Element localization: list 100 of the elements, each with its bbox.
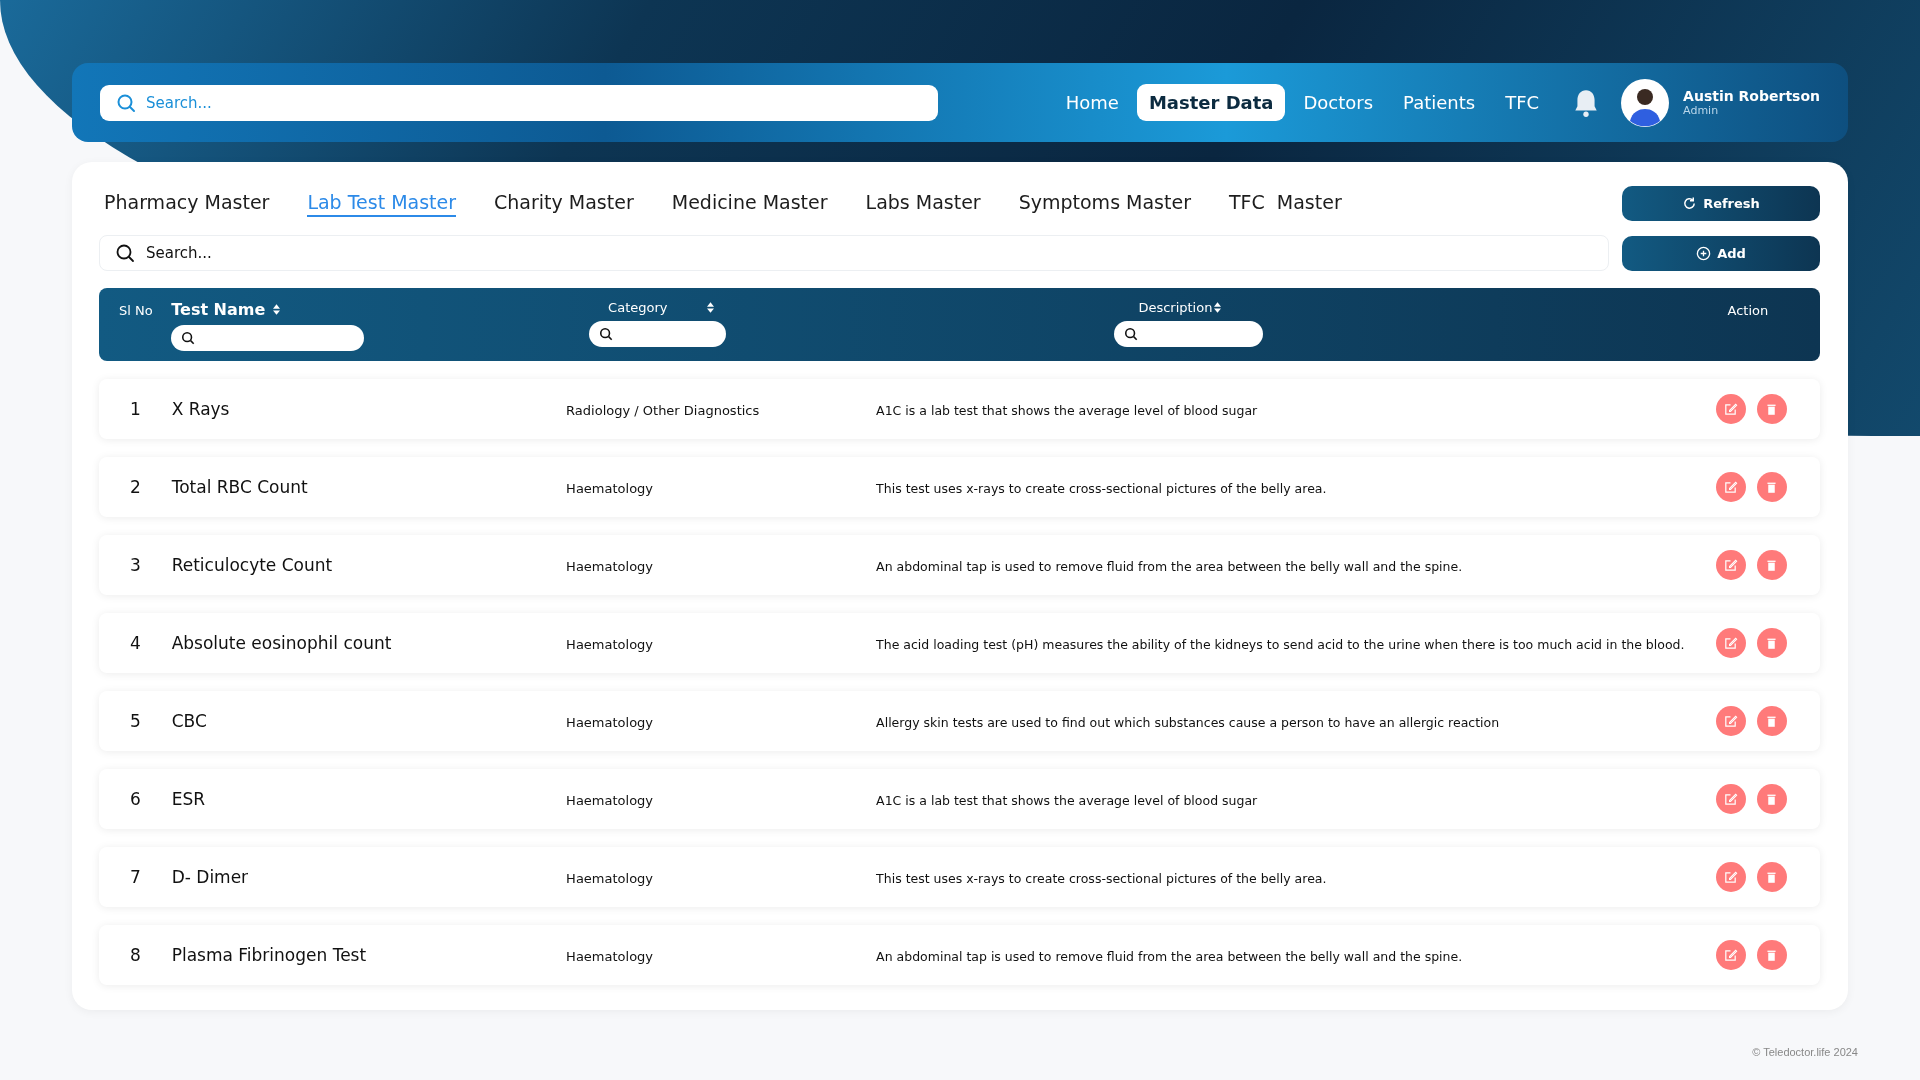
trash-icon (1765, 480, 1779, 494)
table-cell-text: 8 (129, 945, 141, 965)
edit-button[interactable] (1715, 784, 1746, 814)
table-row[interactable]: 5 CBC Haematology Allergy skin tests are used to find out which substances cause a person to have an allergic reaction (99, 691, 1820, 751)
edit-icon (1723, 479, 1739, 495)
trash-icon (1765, 792, 1779, 806)
tab[interactable]: Lab Test Master (307, 190, 457, 217)
table-cell: This test uses x-rays to create cross-sectional pictures of the belly area. (876, 870, 1327, 886)
edit-icon (1723, 791, 1739, 807)
delete-button[interactable] (1756, 472, 1787, 502)
table-cell-text: 5 (129, 711, 141, 731)
table-row[interactable]: 8 Plasma Fibrinogen Test Haematology An abdominal tap is used to remove fluid from the area between the belly wall and the spine. (99, 925, 1820, 985)
nav-link[interactable]: TFC (1493, 84, 1552, 121)
edit-button[interactable] (1715, 706, 1746, 736)
refresh-icon (1682, 196, 1698, 211)
delete-button[interactable] (1756, 628, 1787, 658)
table-cell: Haematology (566, 870, 654, 886)
table-cell: A1C is a lab test that shows the average level of blood sugar (876, 792, 1258, 808)
delete-button[interactable] (1756, 706, 1787, 736)
edit-button[interactable] (1715, 628, 1746, 658)
user-name: Austin Robertson (1683, 88, 1820, 104)
search-icon (116, 92, 136, 113)
trash-icon (1765, 558, 1779, 572)
table-row[interactable]: 1 X Rays Radiology / Other Diagnostics A1C is a lab test that shows the average level of blood sugar (99, 379, 1820, 439)
edit-button[interactable] (1715, 940, 1746, 970)
edit-icon (1723, 947, 1739, 963)
column-header: Action (1726, 303, 1769, 318)
table-cell: An abdominal tap is used to remove fluid from the area between the belly wall and the spine. (876, 558, 1463, 574)
table-row[interactable]: 6 ESR Haematology A1C is a lab test that shows the average level of blood sugar (99, 769, 1820, 829)
table-cell: Haematology (566, 636, 654, 652)
filter-field[interactable] (1114, 321, 1264, 347)
table-cell: Haematology (566, 948, 654, 964)
sort-icon[interactable] (1214, 302, 1222, 313)
search-icon (181, 331, 196, 345)
plus-circle-icon (1696, 245, 1712, 261)
edit-icon (1723, 713, 1739, 729)
search-field[interactable]: Search... (100, 84, 938, 121)
table-cell-text: 6 (129, 789, 141, 809)
table-cell-text: 1 (129, 399, 141, 419)
table-cell: Radiology / Other Diagnostics (566, 402, 760, 418)
trash-icon (1765, 870, 1779, 884)
filter-field[interactable] (589, 321, 727, 347)
table-cell-text: 4 (129, 633, 141, 653)
delete-button[interactable] (1756, 784, 1787, 814)
nav-link[interactable]: Home (1053, 84, 1131, 121)
search-icon (1124, 327, 1139, 341)
trash-icon (1765, 948, 1779, 962)
table-cell: Haematology (566, 480, 654, 496)
table-row[interactable]: 3 Reticulocyte Count Haematology An abdominal tap is used to remove fluid from the area between the belly wall and the spine. (99, 535, 1820, 595)
tab[interactable]: Medicine Master (671, 190, 828, 217)
copyright-text: © Teledoctor.life 2024 (1752, 1046, 1858, 1058)
filter-field[interactable] (171, 325, 365, 351)
nav-link[interactable]: Doctors (1291, 84, 1386, 121)
tab[interactable]: Labs Master (865, 190, 981, 217)
column-header: Test Name (171, 300, 266, 319)
table-cell: A1C is a lab test that shows the average level of blood sugar (876, 402, 1258, 418)
edit-button[interactable] (1715, 550, 1746, 580)
table-cell: ESR (171, 789, 205, 809)
table-cell: An abdominal tap is used to remove fluid from the area between the belly wall and the spine. (876, 948, 1463, 964)
delete-button[interactable] (1756, 394, 1787, 424)
tab[interactable]: Charity Master (494, 190, 634, 217)
table-cell: Plasma Fibrinogen Test (171, 945, 367, 965)
edit-icon (1723, 635, 1739, 651)
sort-icon[interactable] (707, 302, 715, 313)
trash-icon (1765, 402, 1779, 416)
edit-button[interactable] (1715, 394, 1746, 424)
table-cell: CBC (171, 711, 207, 731)
table-cell: Absolute eosinophil count (171, 633, 392, 653)
bell-icon[interactable] (1573, 87, 1600, 118)
table-cell: D- Dimer (171, 867, 249, 887)
table-cell: This test uses x-rays to create cross-sectional pictures of the belly area. (876, 480, 1327, 496)
table-cell: X Rays (171, 399, 230, 419)
tab[interactable]: TFC Master (1228, 190, 1342, 217)
edit-icon (1723, 401, 1739, 417)
edit-button[interactable] (1715, 862, 1746, 892)
table-row[interactable]: 4 Absolute eosinophil count Haematology The acid loading test (pH) measures the ability of the kidneys to send acid to the urine when there is too much acid in the blood. (99, 613, 1820, 673)
search-field[interactable]: Search... (99, 235, 1609, 271)
add-button[interactable]: Add (1622, 235, 1820, 271)
refresh-button[interactable]: Refresh (1622, 186, 1820, 221)
column-header: Description (1138, 300, 1213, 315)
avatar-icon[interactable] (1621, 78, 1670, 127)
delete-button[interactable] (1756, 940, 1787, 970)
tab[interactable]: Symptoms Master (1018, 190, 1191, 217)
table-cell-text: 3 (129, 555, 141, 575)
table-row[interactable]: 7 D- Dimer Haematology This test uses x-rays to create cross-sectional pictures of the belly area. (99, 847, 1820, 907)
sort-icon[interactable] (273, 304, 281, 315)
tab[interactable]: Pharmacy Master (104, 190, 270, 217)
delete-button[interactable] (1756, 862, 1787, 892)
table-cell: Allergy skin tests are used to find out which substances cause a person to have an allergic reaction (876, 714, 1500, 730)
edit-button[interactable] (1715, 472, 1746, 502)
edit-icon (1723, 557, 1739, 573)
nav-link[interactable]: Patients (1391, 84, 1488, 121)
search-icon (599, 327, 614, 341)
table-cell: Haematology (566, 792, 654, 808)
trash-icon (1765, 714, 1779, 728)
column-header: Category (608, 300, 668, 315)
table-row[interactable]: 2 Total RBC Count Haematology This test uses x-rays to create cross-sectional pictures of the belly area. (99, 457, 1820, 517)
nav-link[interactable]: Master Data (1136, 84, 1286, 121)
table-cell-text: 2 (129, 477, 141, 497)
delete-button[interactable] (1756, 550, 1787, 580)
